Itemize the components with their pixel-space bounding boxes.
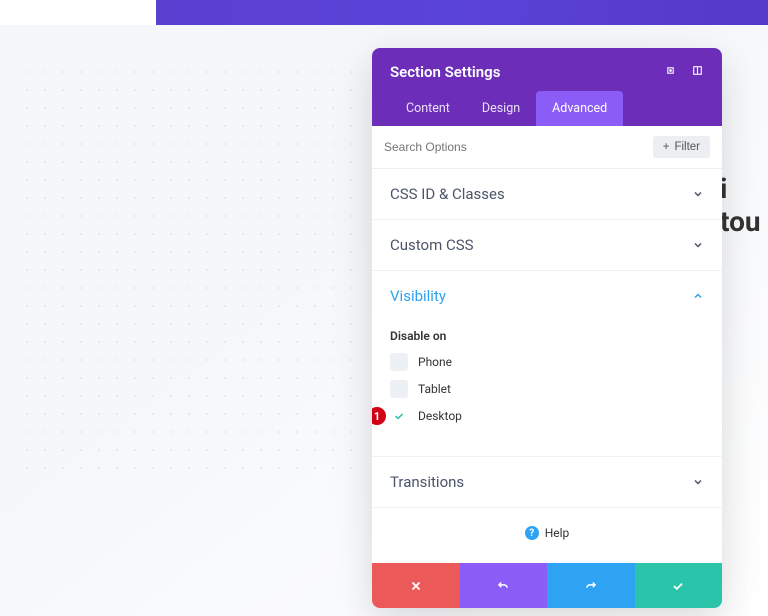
drag-handle-icon[interactable] bbox=[664, 62, 677, 81]
checkbox-label: Tablet bbox=[418, 382, 451, 396]
section-title: Custom CSS bbox=[390, 236, 474, 254]
dotted-grid bbox=[18, 63, 368, 483]
modal-body: CSS ID & Classes Custom CSS Visibility D… bbox=[372, 169, 722, 563]
help-label: Help bbox=[545, 526, 570, 540]
background-heading: i tou bbox=[720, 172, 768, 238]
search-row: + Filter bbox=[372, 126, 722, 169]
help-icon: ? bbox=[525, 526, 539, 540]
tab-content[interactable]: Content bbox=[390, 91, 466, 126]
tab-design[interactable]: Design bbox=[466, 91, 536, 126]
page-top-accent bbox=[156, 0, 768, 25]
section-title: CSS ID & Classes bbox=[390, 185, 505, 203]
undo-icon bbox=[496, 579, 510, 593]
tab-advanced[interactable]: Advanced bbox=[536, 91, 623, 126]
expand-modal-icon[interactable] bbox=[691, 62, 704, 81]
checkbox-desktop[interactable] bbox=[390, 407, 408, 425]
modal-title: Section Settings bbox=[390, 63, 500, 81]
chevron-down-icon bbox=[692, 239, 704, 251]
checkbox-row-desktop: 1 Desktop bbox=[390, 407, 704, 425]
section-title: Visibility bbox=[390, 287, 446, 305]
annotation-badge: 1 bbox=[372, 407, 386, 425]
chevron-down-icon bbox=[692, 188, 704, 200]
undo-button[interactable] bbox=[460, 563, 548, 608]
checkbox-row-tablet: Tablet bbox=[390, 380, 704, 398]
plus-icon: + bbox=[663, 141, 670, 153]
checkbox-phone[interactable] bbox=[390, 353, 408, 371]
section-custom-css[interactable]: Custom CSS bbox=[372, 220, 722, 271]
checkbox-row-phone: Phone bbox=[390, 353, 704, 371]
filter-label: Filter bbox=[674, 141, 700, 153]
section-visibility[interactable]: Visibility bbox=[372, 271, 722, 321]
redo-icon bbox=[584, 579, 598, 593]
modal-footer bbox=[372, 563, 722, 608]
close-icon bbox=[409, 579, 423, 593]
checkbox-label: Phone bbox=[418, 355, 452, 369]
save-button[interactable] bbox=[635, 563, 723, 608]
help-row[interactable]: ? Help bbox=[372, 508, 722, 563]
modal-header-actions bbox=[664, 62, 704, 81]
modal-tabs: Content Design Advanced bbox=[390, 91, 704, 126]
modal-header: Section Settings Content Design Advanced bbox=[372, 48, 722, 126]
field-label-disable-on: Disable on bbox=[390, 329, 704, 343]
search-input[interactable] bbox=[384, 140, 653, 154]
chevron-down-icon bbox=[692, 476, 704, 488]
section-transitions[interactable]: Transitions bbox=[372, 457, 722, 508]
filter-button[interactable]: + Filter bbox=[653, 136, 710, 158]
chevron-up-icon bbox=[692, 290, 704, 302]
check-icon bbox=[671, 579, 685, 593]
visibility-body: Disable on Phone Tablet 1 Desktop bbox=[372, 321, 722, 457]
settings-modal: Section Settings Content Design Advanced… bbox=[372, 48, 722, 608]
checkbox-label: Desktop bbox=[418, 409, 462, 423]
checkbox-tablet[interactable] bbox=[390, 380, 408, 398]
section-title: Transitions bbox=[390, 473, 464, 491]
section-css-id-classes[interactable]: CSS ID & Classes bbox=[372, 169, 722, 220]
cancel-button[interactable] bbox=[372, 563, 460, 608]
redo-button[interactable] bbox=[547, 563, 635, 608]
